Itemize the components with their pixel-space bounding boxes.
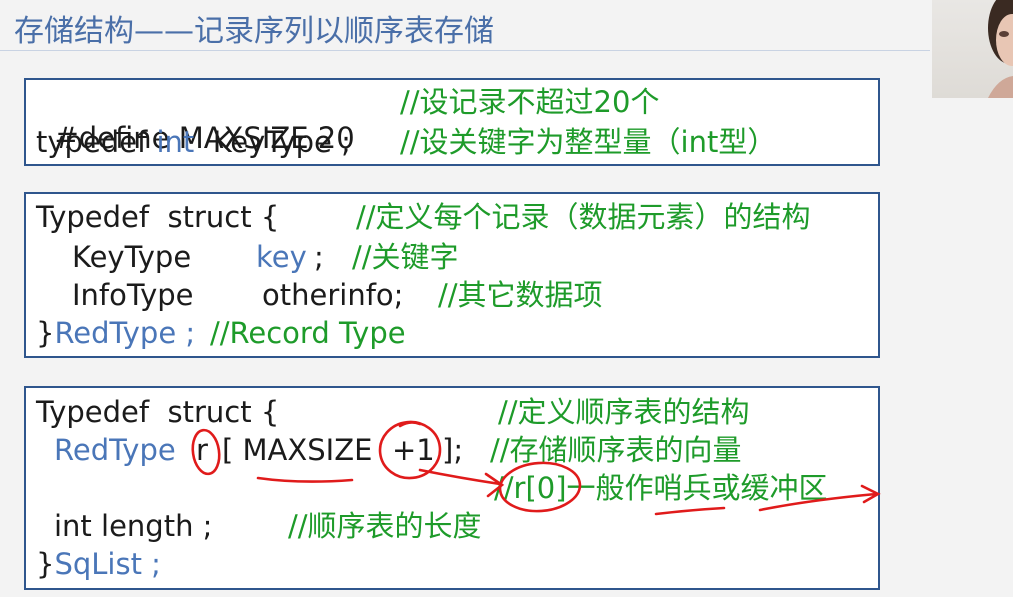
infotype-field-type: InfoType [72, 278, 194, 312]
record-type-comment: //Record Type [210, 316, 406, 350]
typedef-keytype-line: typedef int KeyType ; [36, 124, 351, 160]
int-keyword: int [156, 125, 195, 159]
redtype-field-type: RedType [54, 433, 176, 467]
closing-brace: } [36, 547, 55, 581]
r-array-name: r [196, 433, 208, 467]
keytype-name: KeyType ; [194, 125, 351, 159]
redtype-struct-close: }RedType ; [36, 315, 195, 351]
maxsize-bracket-close: ]; [442, 433, 464, 467]
presenter-video-icon [988, 0, 1013, 98]
sqlist-name: SqList ; [54, 547, 161, 581]
sqlist-struct-close: }SqList ; [36, 546, 161, 582]
key-field-comment: //关键字 [352, 240, 459, 274]
key-field-name: key [256, 240, 307, 274]
sqlist-struct-open: Typedef struct { [36, 395, 280, 429]
redtype-name: RedType ; [54, 316, 196, 350]
key-field-semicolon: ; [314, 240, 324, 274]
maxsize-bracket-open: [ MAXSIZE [222, 433, 373, 467]
plus-one-offset: +1 [392, 433, 435, 467]
title-divider [0, 50, 930, 51]
otherinfo-field-comment: //其它数据项 [438, 278, 603, 312]
otherinfo-field-name: otherinfo; [262, 278, 404, 312]
typedef-keytype-comment: //设关键字为整型量（int型） [400, 125, 777, 159]
define-maxsize-line: #define MAXSIZE 20 [36, 84, 354, 155]
redtype-struct-comment: //定义每个记录（数据元素）的结构 [356, 200, 811, 234]
webcam-thumbnail [932, 0, 1013, 98]
sentinel-comment: //r[0]一般作哨兵或缓冲区 [494, 471, 828, 505]
define-maxsize-comment: //设记录不超过20个 [400, 85, 660, 119]
slide-title: 存储结构——记录序列以顺序表存储 [14, 14, 494, 49]
typedef-keyword: typedef [36, 125, 157, 159]
redtype-struct-open: Typedef struct { [36, 200, 280, 234]
length-field: int length ; [54, 509, 213, 543]
sqlist-struct-comment: //定义顺序表的结构 [498, 395, 750, 429]
closing-brace: } [36, 316, 55, 350]
keytype-field-type: KeyType [72, 240, 192, 274]
vector-comment: //存储顺序表的向量 [490, 433, 742, 467]
length-comment: //顺序表的长度 [288, 509, 482, 543]
